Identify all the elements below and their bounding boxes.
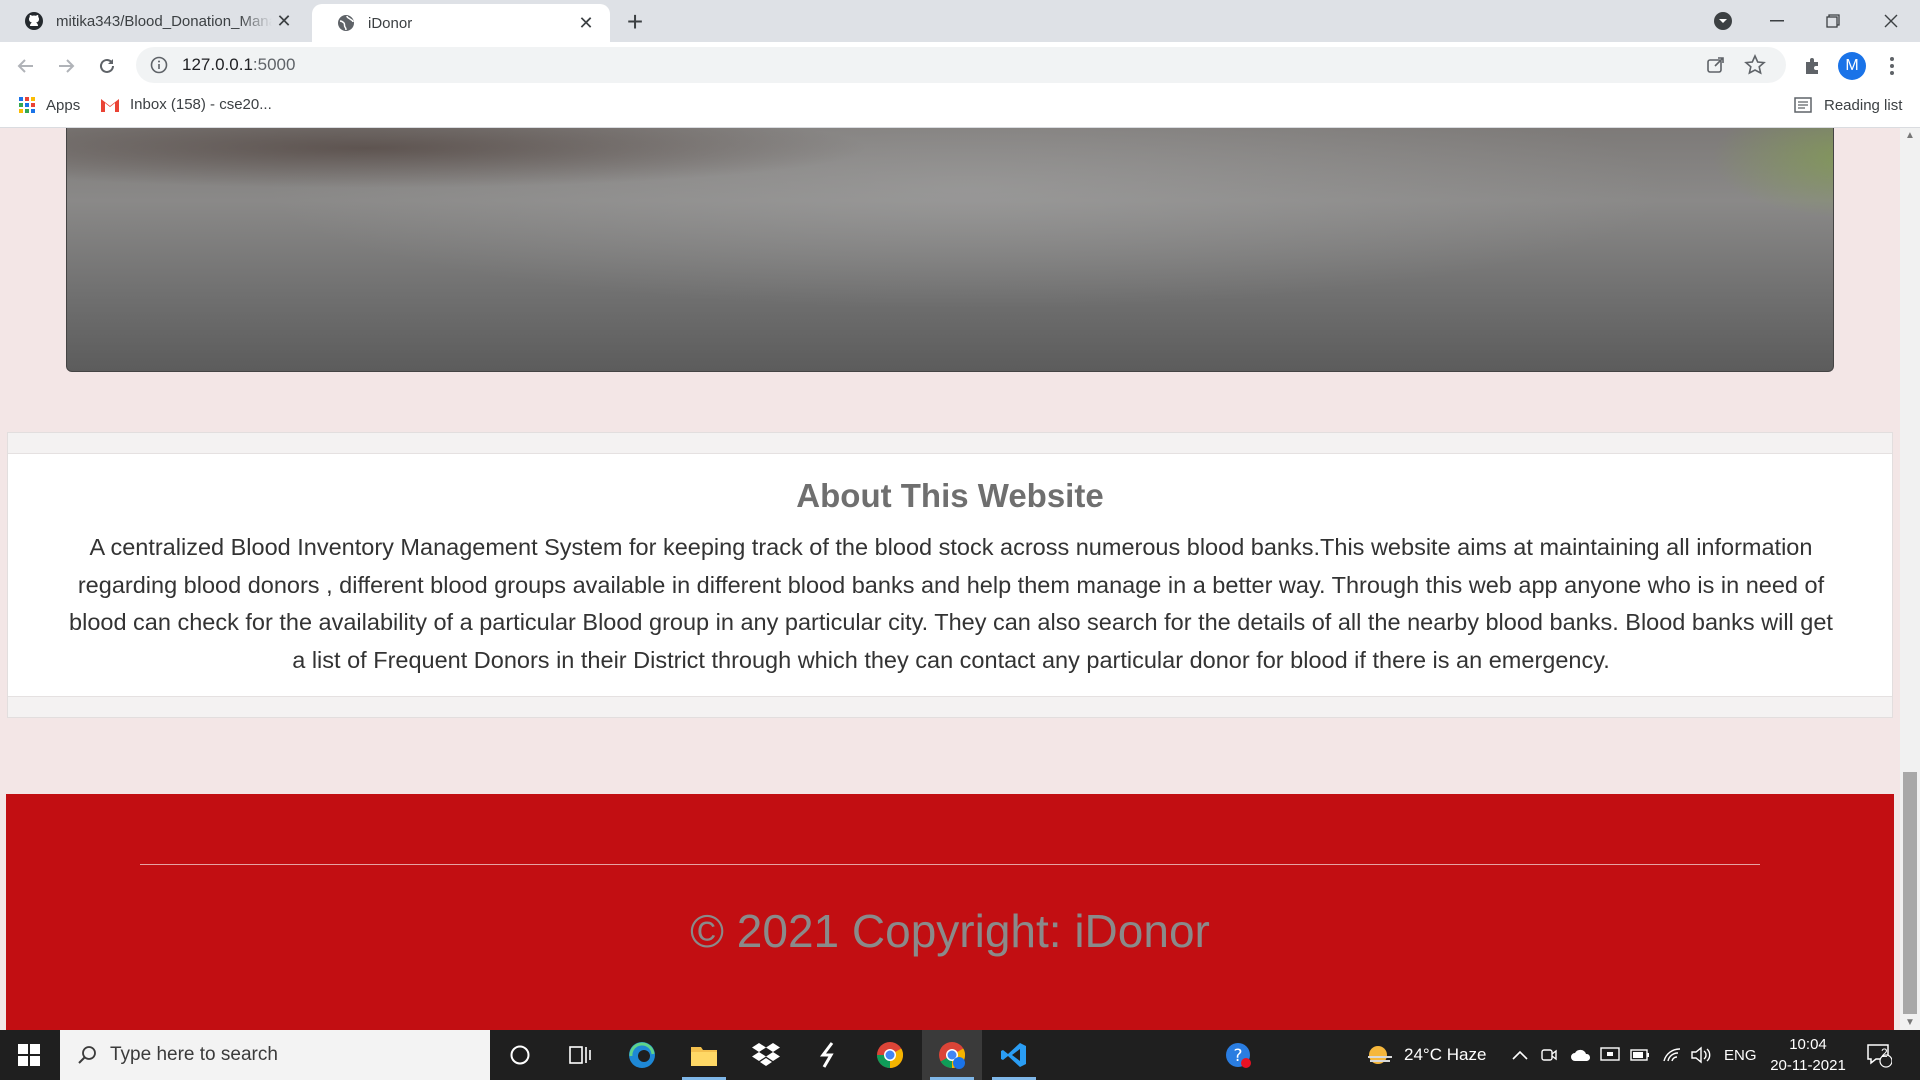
taskbar-search[interactable]: Type here to search (60, 1030, 490, 1080)
scrollbar-thumb[interactable] (1903, 772, 1917, 1014)
restore-button[interactable] (1804, 0, 1862, 42)
tab-strip: mitika343/Blood_Donation_Management_Syst… (0, 0, 1920, 42)
kebab-menu-icon (1890, 57, 1894, 75)
back-button[interactable] (12, 52, 40, 80)
chevron-down-icon (1714, 12, 1732, 30)
cortana-icon[interactable] (490, 1030, 550, 1080)
new-tab-button[interactable]: + (620, 6, 650, 38)
search-icon (78, 1046, 96, 1064)
url-text: 127.0.0.1:5000 (182, 55, 296, 74)
tab-search-button[interactable] (1694, 0, 1752, 42)
language-indicator[interactable]: ENG (1724, 1030, 1757, 1080)
file-explorer-icon[interactable] (674, 1030, 734, 1080)
bookmark-label: Inbox (158) - cse20... (130, 96, 272, 113)
menu-button[interactable] (1878, 52, 1906, 80)
browser-toolbar: 127.0.0.1:5000 M (0, 42, 1920, 88)
card-footer-strip (8, 696, 1892, 717)
hero-image (66, 128, 1834, 372)
edge-icon[interactable] (612, 1030, 672, 1080)
tab-close-icon[interactable]: ✕ (574, 13, 598, 34)
bookmark-label: Apps (46, 96, 81, 114)
battery-icon[interactable] (1630, 1030, 1650, 1080)
device-icon[interactable] (1600, 1030, 1620, 1080)
task-view-icon[interactable] (550, 1030, 610, 1080)
volume-icon[interactable] (1690, 1030, 1712, 1080)
windows-taskbar: Type here to search ? 24°C Haze ENG 10:0… (0, 1030, 1920, 1080)
page-content: About This Website A centralized Blood I… (0, 128, 1900, 1030)
meet-now-icon[interactable] (1540, 1030, 1558, 1080)
reload-button[interactable] (93, 52, 121, 80)
chrome-profile-icon[interactable] (922, 1030, 982, 1080)
gmail-icon (101, 98, 119, 112)
app-s-icon[interactable] (798, 1030, 858, 1080)
about-section: About This Website A centralized Blood I… (7, 432, 1893, 718)
footer-copyright: © 2021 Copyright: iDonor (690, 905, 1210, 957)
arrow-right-icon (59, 59, 75, 73)
tab-title: iDonor (368, 14, 413, 32)
bookmark-gmail[interactable]: Inbox (158) - cse20... (100, 96, 272, 113)
github-icon (24, 11, 44, 31)
haze-sun-icon (1368, 1046, 1392, 1064)
about-body: A centralized Blood Inventory Management… (69, 534, 1833, 673)
dropbox-icon[interactable] (736, 1030, 796, 1080)
clock-time: 10:04 (1789, 1036, 1827, 1053)
windows-logo-icon (18, 1044, 40, 1066)
footer-divider (140, 864, 1760, 865)
tab-close-icon[interactable]: ✕ (272, 11, 296, 32)
reading-list-button[interactable]: Reading list (1794, 96, 1902, 114)
globe-icon (336, 13, 356, 33)
bookmark-star-icon[interactable] (1744, 54, 1766, 81)
site-footer: © 2021 Copyright: iDonor (6, 794, 1894, 1030)
profile-button[interactable]: M (1838, 52, 1866, 80)
tab-title: mitika343/Blood_Donation_Management_Syst… (56, 12, 272, 30)
search-placeholder: Type here to search (110, 1044, 278, 1065)
start-button[interactable] (0, 1030, 58, 1080)
minimize-button[interactable] (1748, 0, 1806, 42)
onedrive-icon[interactable] (1570, 1030, 1592, 1080)
vscode-icon[interactable] (984, 1030, 1044, 1080)
tab-idonor[interactable]: iDonor ✕ (312, 4, 610, 42)
vertical-scrollbar[interactable]: ▲ ▼ (1900, 128, 1920, 1030)
arrow-left-icon (17, 59, 33, 73)
scroll-down-icon[interactable]: ▼ (1900, 1017, 1920, 1028)
about-title: About This Website (796, 477, 1104, 514)
info-icon[interactable] (150, 56, 170, 74)
scroll-up-icon[interactable]: ▲ (1900, 130, 1920, 141)
forward-button[interactable] (52, 52, 80, 80)
extensions-button[interactable] (1798, 52, 1826, 80)
notifications-button[interactable]: 2 (1866, 1030, 1892, 1080)
chevron-up-icon[interactable] (1512, 1030, 1528, 1080)
avatar: M (1838, 52, 1866, 80)
wifi-icon[interactable] (1662, 1030, 1682, 1080)
weather-widget[interactable]: 24°C Haze (1366, 1030, 1486, 1080)
help-icon[interactable]: ? (1208, 1030, 1268, 1080)
address-bar[interactable]: 127.0.0.1:5000 (136, 47, 1786, 83)
clock-date: 20-11-2021 (1770, 1057, 1846, 1074)
chrome-icon[interactable] (860, 1030, 920, 1080)
clock[interactable]: 10:04 20-11-2021 (1768, 1030, 1848, 1080)
apps-grid-icon (19, 97, 35, 113)
reading-list-label: Reading list (1824, 96, 1903, 114)
puzzle-icon (1806, 58, 1818, 74)
card-header-strip (8, 433, 1892, 454)
close-window-button[interactable] (1862, 0, 1920, 42)
bookmark-apps[interactable]: Apps (18, 96, 80, 114)
tab-github[interactable]: mitika343/Blood_Donation_Management_Syst… (0, 0, 308, 42)
reload-icon (100, 58, 114, 73)
notification-count: 2 (1881, 1046, 1888, 1060)
weather-text: 24°C Haze (1404, 1045, 1487, 1064)
share-icon[interactable] (1706, 55, 1726, 80)
reading-list-icon (1794, 97, 1812, 113)
bookmarks-bar: Apps Inbox (158) - cse20... Reading list (0, 88, 1920, 128)
notification-icon (1867, 1044, 1892, 1068)
